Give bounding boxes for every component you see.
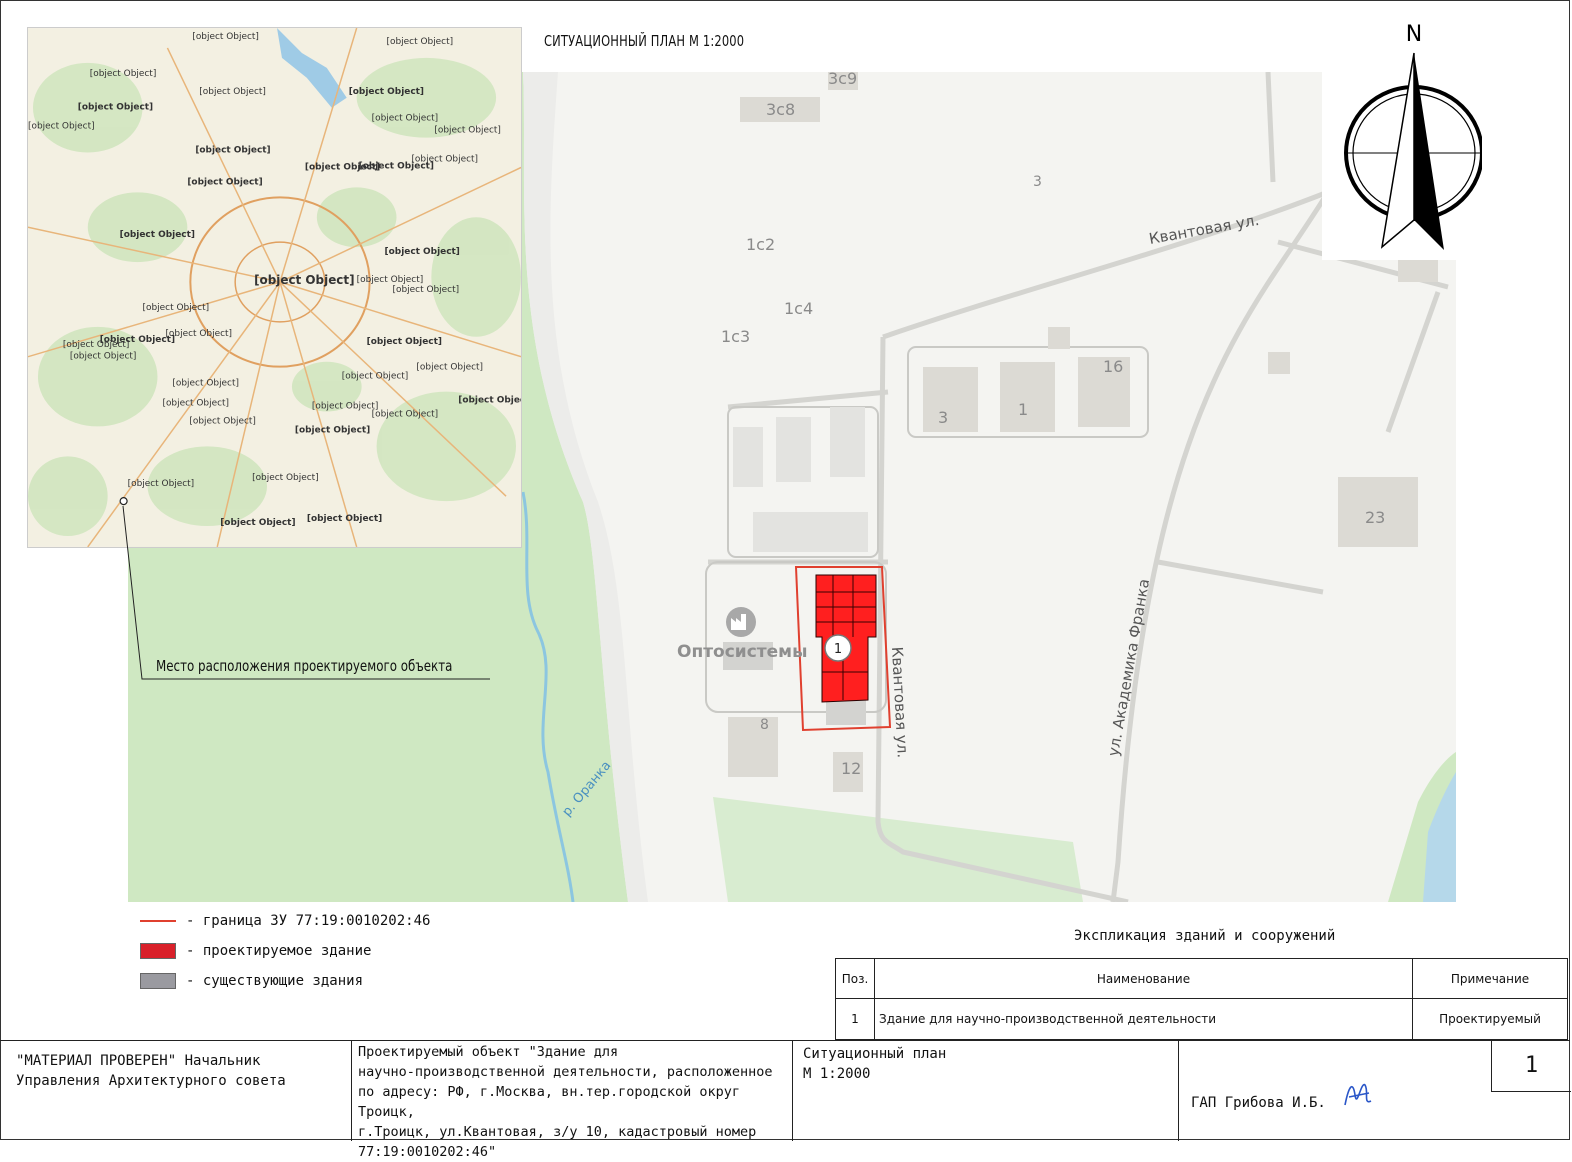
company-label: Оптосистемы bbox=[677, 642, 807, 662]
house-number: 12 bbox=[841, 759, 861, 778]
approval-cell: "МАТЕРИАЛ ПРОВЕРЕН" Начальник Управления… bbox=[0, 1041, 352, 1141]
svg-text:[object Object]: [object Object] bbox=[434, 126, 501, 136]
house-number: 16 bbox=[1103, 357, 1123, 376]
signature-cell: ГАП Грибова И.Б. 1 bbox=[1179, 1041, 1571, 1141]
title-block: "МАТЕРИАЛ ПРОВЕРЕН" Начальник Управления… bbox=[0, 1040, 1571, 1160]
house-number: 1 bbox=[1018, 400, 1028, 419]
house-number: 1с3 bbox=[721, 327, 750, 346]
svg-text:[object Object]: [object Object] bbox=[342, 372, 409, 382]
svg-text:[object Object]: [object Object] bbox=[192, 32, 259, 42]
cell-name: Здание для научно-производственной деяте… bbox=[874, 998, 1413, 1040]
cell-pos: 1 bbox=[835, 998, 875, 1040]
compass-needle-right bbox=[1414, 53, 1444, 250]
svg-text:[object Object]: [object Object] bbox=[349, 87, 424, 97]
house-number: 3 bbox=[1033, 174, 1042, 190]
object-line: Проектируемый объект "Здание для bbox=[358, 1044, 619, 1060]
svg-text:[object Object]: [object Object] bbox=[307, 514, 382, 524]
cell-note: Проектируемый bbox=[1412, 998, 1568, 1040]
plan-title: СИТУАЦИОННЫЙ ПЛАН М 1:2000 bbox=[544, 32, 745, 50]
svg-text:[object Object]: [object Object] bbox=[372, 114, 439, 124]
sheet-scale: М 1:2000 bbox=[803, 1066, 871, 1082]
house-number: 3 bbox=[938, 408, 948, 427]
house-number: 3с8 bbox=[766, 100, 795, 119]
house-number: 3с9 bbox=[828, 72, 857, 88]
svg-text:[object Object]: [object Object] bbox=[367, 337, 442, 347]
sheet-name-cell: Ситуационный план М 1:2000 bbox=[793, 1041, 1179, 1141]
compass-needle-left bbox=[1380, 52, 1415, 249]
building-marker-label: 1 bbox=[834, 642, 842, 657]
author-name: ГАП Грибова И.Б. bbox=[1191, 1095, 1326, 1111]
svg-text:[object Object]: [object Object] bbox=[295, 425, 370, 435]
header-name: Наименование bbox=[874, 958, 1413, 999]
house-number: 23 bbox=[1365, 508, 1385, 527]
region-inset-map[interactable]: [object Object] [object Object] [object … bbox=[27, 27, 522, 548]
object-line: по адресу: РФ, г.Москва, вн.тер.городско… bbox=[358, 1084, 741, 1120]
signature-mark bbox=[1344, 1084, 1372, 1106]
svg-text:[object Object]: [object Object] bbox=[189, 416, 256, 426]
svg-text:[object Object]: [object Object] bbox=[90, 69, 157, 79]
legend-label: - существующие здания bbox=[186, 973, 364, 989]
table-row: 1 Здание для научно-производственной дея… bbox=[835, 998, 1568, 1040]
svg-text:[object Object]: [object Object] bbox=[220, 518, 295, 528]
svg-text:[object Object]: [object Object] bbox=[162, 399, 229, 409]
legend-label: - граница ЗУ 77:19:0010202:46 bbox=[186, 913, 431, 929]
approval-line: "МАТЕРИАЛ ПРОВЕРЕН" Начальник bbox=[16, 1053, 261, 1069]
svg-text:[object Object]: [object Object] bbox=[416, 363, 483, 373]
house-number: 1с4 bbox=[784, 299, 813, 318]
svg-text:[object Object]: [object Object] bbox=[385, 247, 460, 257]
legend-red-swatch bbox=[140, 943, 176, 959]
svg-text:[object Object]: [object Object] bbox=[128, 479, 195, 489]
legend-label: - проектируемое здание bbox=[186, 943, 372, 959]
svg-text:[object Object]: [object Object] bbox=[254, 273, 354, 287]
svg-text:[object Object]: [object Object] bbox=[252, 473, 319, 483]
svg-text:[object Object]: [object Object] bbox=[143, 303, 210, 313]
legend-item-projected-building: - проектируемое здание bbox=[140, 941, 371, 961]
svg-text:[object Object]: [object Object] bbox=[172, 379, 239, 389]
svg-text:[object Object]: [object Object] bbox=[63, 340, 130, 350]
svg-text:[object Object]: [object Object] bbox=[411, 155, 478, 165]
sheet-name: Ситуационный план bbox=[803, 1046, 947, 1062]
svg-text:[object Object]: [object Object] bbox=[458, 396, 522, 406]
object-line: научно-производственной деятельности, ра… bbox=[358, 1064, 773, 1080]
legend-item-plot-boundary: - граница ЗУ 77:19:0010202:46 bbox=[140, 911, 430, 931]
legend-gray-swatch bbox=[140, 973, 176, 989]
north-label: N bbox=[1406, 22, 1422, 47]
object-description-cell: Проектируемый объект "Здание для научно-… bbox=[352, 1041, 793, 1160]
explication-title: Экспликация зданий и сооружений bbox=[1074, 928, 1336, 944]
header-note: Примечание bbox=[1412, 958, 1568, 999]
house-number: 8 bbox=[760, 717, 769, 733]
object-line: г.Троицк, ул.Квантовая, з/у 10, кадастро… bbox=[358, 1124, 757, 1140]
svg-text:[object Object]: [object Object] bbox=[165, 329, 232, 339]
legend-line-swatch bbox=[140, 920, 176, 922]
svg-text:[object Object]: [object Object] bbox=[120, 230, 195, 240]
object-location-marker[interactable] bbox=[119, 497, 128, 506]
header-pos: Поз. bbox=[835, 958, 875, 999]
svg-text:[object Object]: [object Object] bbox=[70, 352, 137, 362]
svg-text:[object Object]: [object Object] bbox=[393, 285, 460, 295]
house-number: 1с2 bbox=[746, 235, 775, 254]
explication-table: Поз. Наименование Примечание 1 Здание дл… bbox=[835, 958, 1568, 1040]
existing-building bbox=[826, 700, 866, 725]
object-line: 77:19:0010202:46" bbox=[358, 1144, 497, 1160]
location-callout-label: Место расположения проектируемого объект… bbox=[156, 657, 453, 675]
legend-item-existing-buildings: - существующие здания bbox=[140, 971, 363, 991]
svg-text:[object Object]: [object Object] bbox=[195, 146, 270, 156]
svg-text:[object Object]: [object Object] bbox=[372, 409, 439, 419]
svg-text:[object Object]: [object Object] bbox=[187, 177, 262, 187]
svg-text:[object Object]: [object Object] bbox=[28, 122, 95, 132]
approval-line: Управления Архитектурного совета bbox=[16, 1073, 286, 1089]
table-header-row: Поз. Наименование Примечание bbox=[835, 958, 1568, 999]
svg-text:[object Object]: [object Object] bbox=[199, 87, 266, 97]
svg-text:[object Object]: [object Object] bbox=[78, 103, 153, 113]
svg-text:[object Object]: [object Object] bbox=[387, 37, 454, 47]
north-arrow: N bbox=[1322, 15, 1482, 260]
svg-text:[object Object]: [object Object] bbox=[312, 402, 379, 412]
svg-text:[object Object]: [object Object] bbox=[357, 275, 424, 285]
sheet-number: 1 bbox=[1491, 1041, 1571, 1092]
